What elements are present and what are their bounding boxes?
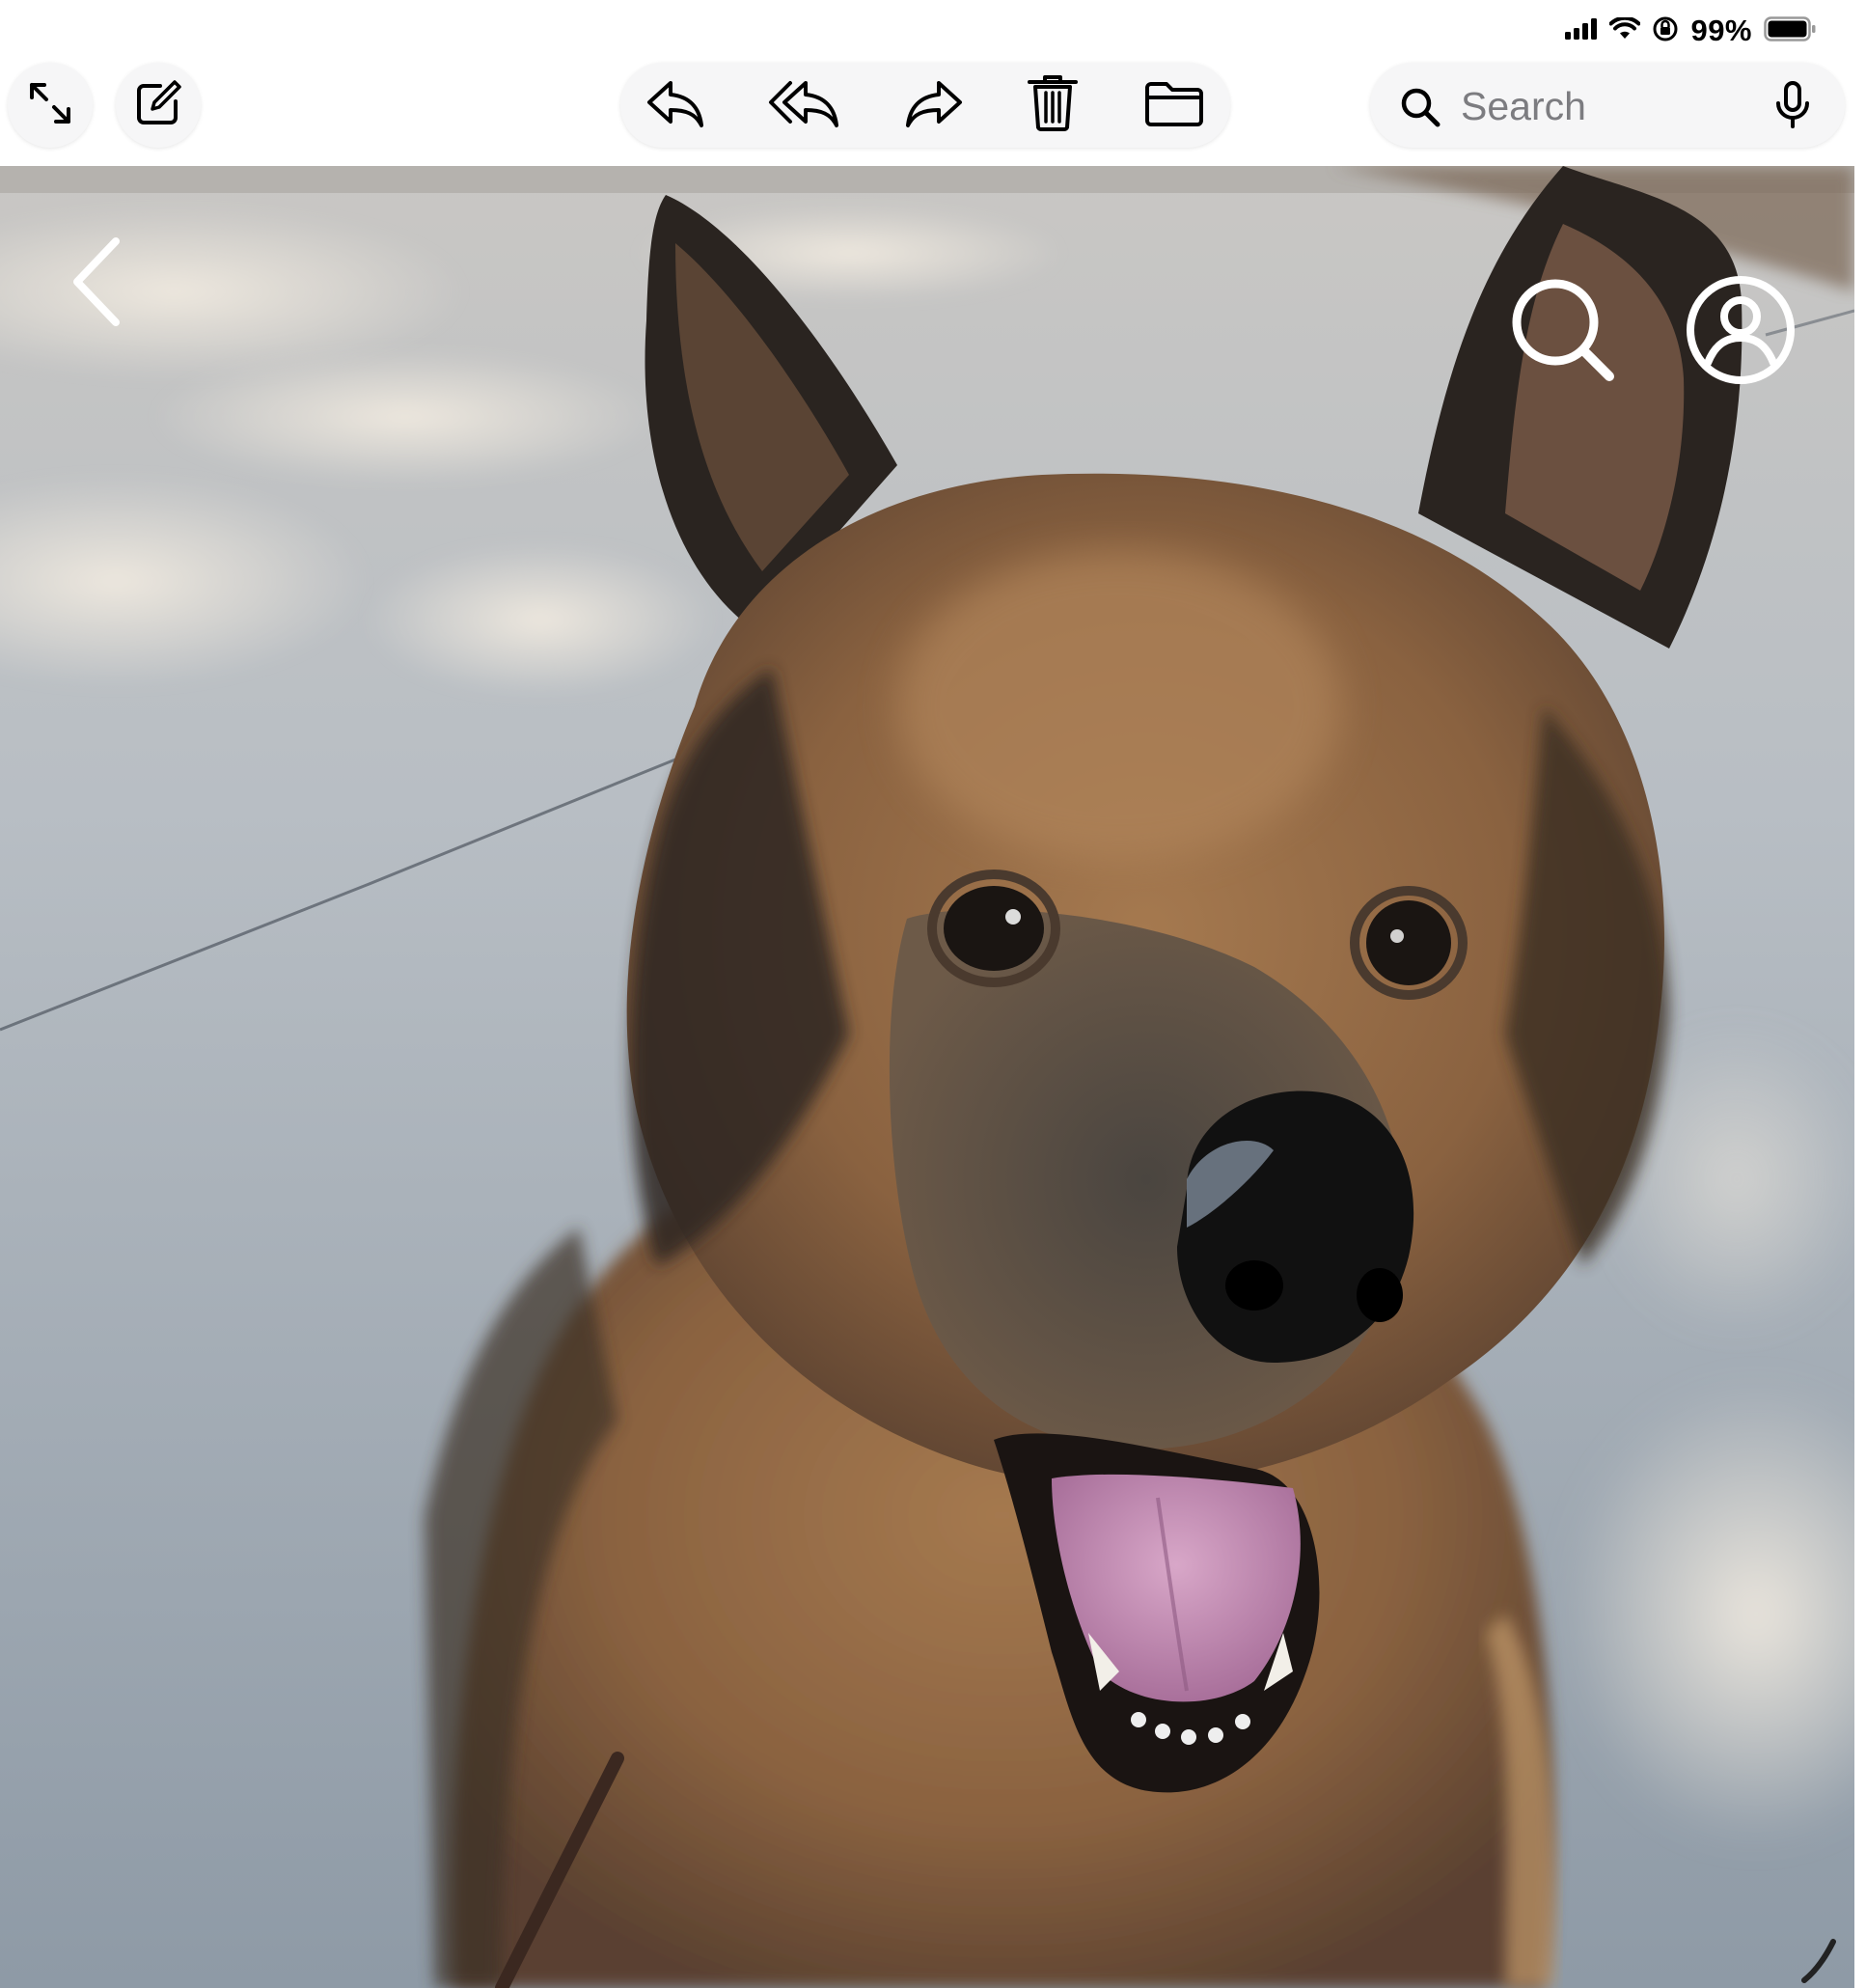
search-bar[interactable]: [1370, 63, 1845, 148]
orientation-lock-icon: [1652, 15, 1679, 47]
forward-icon: [904, 77, 966, 134]
reply-icon: [644, 77, 705, 134]
viewer-edge: [1854, 166, 1866, 1988]
profile-icon: [1685, 274, 1797, 386]
microphone-icon[interactable]: [1773, 80, 1812, 135]
back-chevron-icon: [68, 235, 125, 328]
battery-icon: [1764, 15, 1816, 46]
forward-button[interactable]: [892, 63, 978, 148]
zoom-search-icon: [1509, 276, 1617, 384]
compose-icon: [131, 76, 185, 135]
dog-photo: [0, 166, 1854, 1988]
expand-button[interactable]: [8, 63, 93, 148]
reply-button[interactable]: [631, 63, 718, 148]
status-bar: 99%: [0, 0, 1866, 60]
wifi-icon: [1608, 15, 1641, 45]
profile-button[interactable]: [1683, 272, 1798, 388]
reply-all-icon: [767, 77, 840, 134]
search-input[interactable]: [1459, 76, 1752, 136]
status-indicators: 99%: [1565, 14, 1816, 48]
compose-button[interactable]: [116, 63, 201, 148]
trash-icon: [1027, 73, 1079, 138]
image-search-button[interactable]: [1505, 272, 1621, 388]
cellular-signal-icon: [1565, 17, 1598, 44]
photo-viewer[interactable]: [0, 166, 1854, 1988]
message-actions-toolbar: [620, 63, 1230, 148]
search-icon: [1399, 86, 1441, 133]
expand-icon: [25, 78, 75, 133]
move-to-folder-button[interactable]: [1131, 63, 1218, 148]
reply-all-button[interactable]: [760, 63, 847, 148]
back-button[interactable]: [58, 234, 135, 330]
trash-button[interactable]: [1009, 63, 1096, 148]
folder-icon: [1143, 78, 1205, 133]
battery-percentage: 99%: [1690, 14, 1752, 47]
